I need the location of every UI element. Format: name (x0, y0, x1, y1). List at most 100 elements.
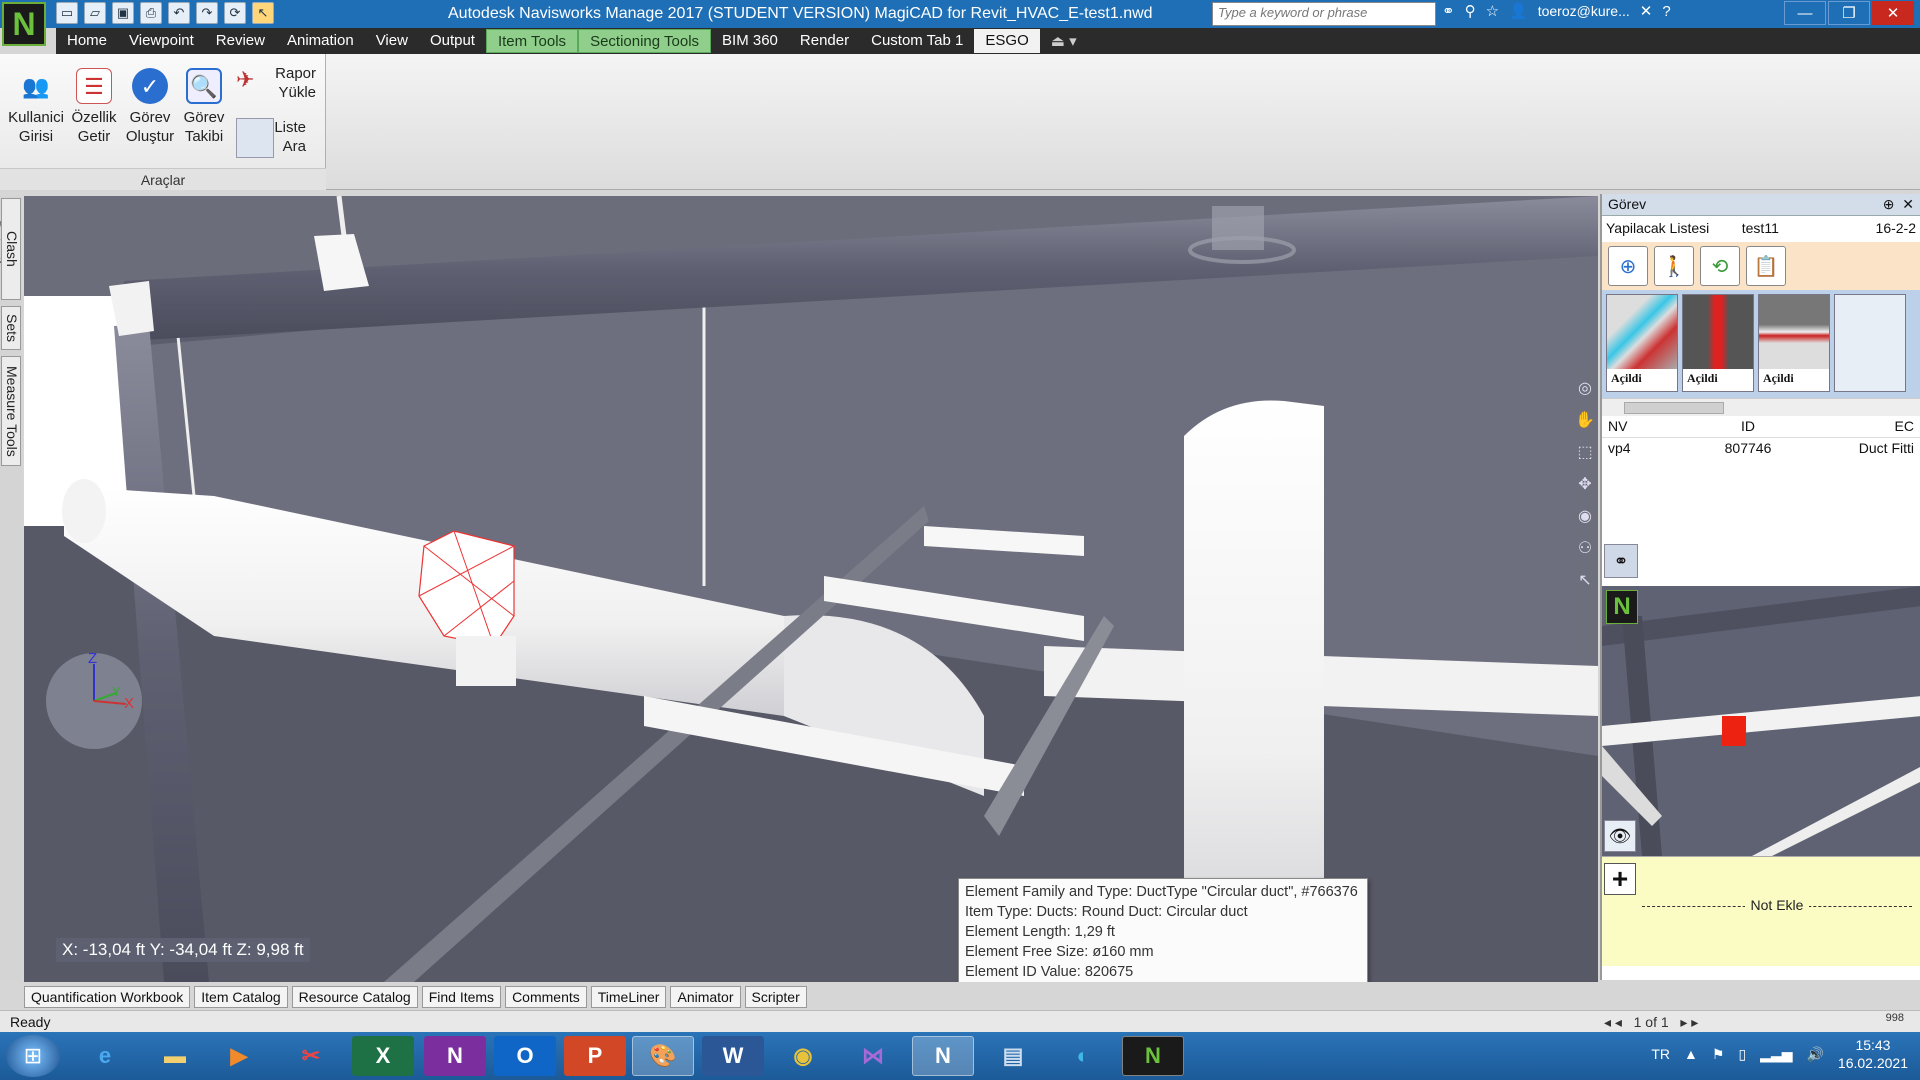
redo-icon[interactable]: ↷ (196, 2, 218, 24)
tab-clash-detective[interactable]: Clash Detective (0, 198, 21, 300)
volume-icon[interactable]: 🔊 (1806, 1046, 1823, 1063)
tab-find-items[interactable]: Find Items (421, 986, 502, 1008)
add-note-icon[interactable]: + (1604, 863, 1636, 895)
eye-icon[interactable]: 👁 (1604, 820, 1636, 852)
binoculars-icon[interactable]: ⚭ (1442, 2, 1455, 20)
star-icon[interactable]: ☆ (1486, 2, 1499, 20)
minimize-button[interactable]: — (1784, 1, 1826, 25)
outlook-icon[interactable]: O (494, 1036, 556, 1076)
excel-icon[interactable]: X (352, 1036, 414, 1076)
thumbnail-item[interactable]: Açildi (1682, 294, 1754, 392)
powerpoint-icon[interactable]: P (564, 1036, 626, 1076)
media-player-icon[interactable]: ▶ (208, 1036, 270, 1076)
internet-explorer-icon[interactable]: e (74, 1036, 136, 1076)
rapor-yukle-button[interactable]: ✈ Rapor Yükle (232, 64, 322, 102)
kullanici-girisi-button[interactable]: 👥 Kullanici Girisi (6, 68, 66, 146)
notepad-icon[interactable]: ▤ (982, 1036, 1044, 1076)
tab-render[interactable]: Render (789, 29, 860, 53)
ribbon-display-toggle[interactable]: ⏏ ▾ (1039, 29, 1088, 53)
tab-measure-tools[interactable]: Measure Tools (1, 356, 21, 466)
tab-viewpoint[interactable]: Viewpoint (118, 29, 205, 53)
zoom-window-icon[interactable]: ⬚ (1577, 442, 1592, 462)
ozellik-getir-button[interactable]: ☰ Özellik Getir (66, 68, 122, 146)
tab-quantification-workbook[interactable]: Quantification Workbook (24, 986, 191, 1008)
tab-item-catalog[interactable]: Item Catalog (194, 986, 288, 1008)
sync-icon[interactable]: ⟲ (1700, 246, 1740, 286)
user-name[interactable]: toeroz@kure... (1538, 3, 1630, 19)
tray-expand-icon[interactable]: ▲ (1684, 1046, 1698, 1062)
save-icon[interactable]: ▣ (112, 2, 134, 24)
undo-icon[interactable]: ↶ (168, 2, 190, 24)
tab-resource-catalog[interactable]: Resource Catalog (291, 986, 418, 1008)
tab-item-tools[interactable]: Item Tools (485, 29, 579, 53)
user-icon[interactable]: 👤 (1509, 2, 1528, 20)
mini-viewport[interactable]: N (1602, 586, 1920, 856)
clipboard-icon[interactable]: 📋 (1746, 246, 1786, 286)
pin-icon[interactable]: ⊕ (1883, 196, 1895, 212)
help-icon[interactable]: ? (1662, 3, 1670, 20)
start-button[interactable]: ⊞ (6, 1035, 60, 1077)
gorev-olustur-button[interactable]: ✓ Görev Oluştur (122, 68, 178, 146)
look-around-icon[interactable]: ◉ (1578, 506, 1592, 526)
gorev-takibi-button[interactable]: 🔍 Görev Takibi (176, 68, 232, 146)
tab-review[interactable]: Review (205, 29, 276, 53)
add-task-icon[interactable]: ⊕ (1608, 246, 1648, 286)
tab-home[interactable]: Home (56, 29, 118, 53)
pan-hand-icon[interactable]: ✋ (1575, 410, 1595, 430)
tab-bim-360[interactable]: BIM 360 (711, 29, 789, 53)
close-button[interactable]: ✕ (1872, 1, 1914, 25)
select-cursor-icon[interactable]: ↖ (252, 2, 274, 24)
tab-output[interactable]: Output (419, 29, 486, 53)
scroll-thumb[interactable] (1624, 402, 1724, 414)
tab-sectioning-tools[interactable]: Sectioning Tools (578, 29, 712, 53)
navisworks-icon[interactable]: N (1122, 1036, 1184, 1076)
file-explorer-icon[interactable]: ▬ (144, 1036, 206, 1076)
navisworks-manage-icon[interactable]: N (912, 1036, 974, 1076)
new-file-icon[interactable]: ▭ (56, 2, 78, 24)
steering-wheel-icon[interactable]: ◎ (1578, 378, 1592, 398)
liste-ara-button[interactable]: Liste Ara (232, 118, 312, 158)
clock[interactable]: 15:43 16.02.2021 (1838, 1036, 1908, 1072)
tab-comments[interactable]: Comments (505, 986, 587, 1008)
scene-render[interactable]: Z Y X (24, 196, 1598, 982)
onenote-icon[interactable]: N (424, 1036, 486, 1076)
tab-custom-tab-1[interactable]: Custom Tab 1 (860, 29, 974, 53)
tab-view[interactable]: View (365, 29, 419, 53)
tab-animator[interactable]: Animator (670, 986, 741, 1008)
orbit-icon[interactable]: ✥ (1578, 474, 1591, 494)
person-icon[interactable]: 🚶 (1654, 246, 1694, 286)
tab-sets[interactable]: Sets (1, 306, 21, 350)
3d-viewport[interactable]: Z Y X ◎ ✋ ⬚ ✥ ◉ ⚇ ↖ X: -13,04 ft Y: -34,… (24, 196, 1598, 982)
pin-icon[interactable]: ⚲ (1465, 2, 1476, 20)
tab-animation[interactable]: Animation (276, 29, 365, 53)
device-icon[interactable]: ▯ (1738, 1046, 1746, 1063)
note-area[interactable]: + Not Ekle (1602, 856, 1920, 966)
input-language[interactable]: TR (1651, 1046, 1670, 1062)
word-icon[interactable]: W (702, 1036, 764, 1076)
restore-button[interactable]: ❐ (1828, 1, 1870, 25)
paint-icon[interactable]: 🎨 (632, 1036, 694, 1076)
thumbnail-item[interactable]: Açildi (1606, 294, 1678, 392)
snipping-tool-icon[interactable]: ✂ (280, 1036, 342, 1076)
select-tool-icon[interactable]: ↖ (1578, 570, 1591, 590)
panel-close-icon[interactable]: ✕ (1902, 196, 1914, 212)
thumbnails-scrollbar[interactable] (1602, 398, 1920, 416)
flag-icon[interactable]: ⚑ (1712, 1046, 1725, 1063)
edge-icon[interactable]: ◐ (1052, 1036, 1114, 1076)
visual-studio-icon[interactable]: ⋈ (842, 1036, 904, 1076)
walk-icon[interactable]: ⚇ (1578, 538, 1592, 558)
search-input[interactable]: Type a keyword or phrase (1212, 2, 1436, 26)
task-grid-row[interactable]: vp4 807746 Duct Fitti (1602, 438, 1920, 462)
tab-timeliner[interactable]: TimeLiner (590, 986, 667, 1008)
tab-scripter[interactable]: Scripter (744, 986, 807, 1008)
tab-esgo[interactable]: ESGO (974, 29, 1040, 53)
chrome-icon[interactable]: ◉ (772, 1036, 834, 1076)
application-menu-button[interactable]: N (2, 2, 46, 46)
exchange-icon[interactable]: ✕ (1640, 2, 1653, 20)
network-icon[interactable]: ▂▃▅ (1760, 1046, 1792, 1063)
binoculars-icon[interactable]: ⚭ (1604, 544, 1638, 578)
open-folder-icon[interactable]: ▱ (84, 2, 106, 24)
refresh-icon[interactable]: ⟳ (224, 2, 246, 24)
thumbnail-item[interactable]: Açildi (1758, 294, 1830, 392)
print-icon[interactable]: ⎙ (140, 2, 162, 24)
